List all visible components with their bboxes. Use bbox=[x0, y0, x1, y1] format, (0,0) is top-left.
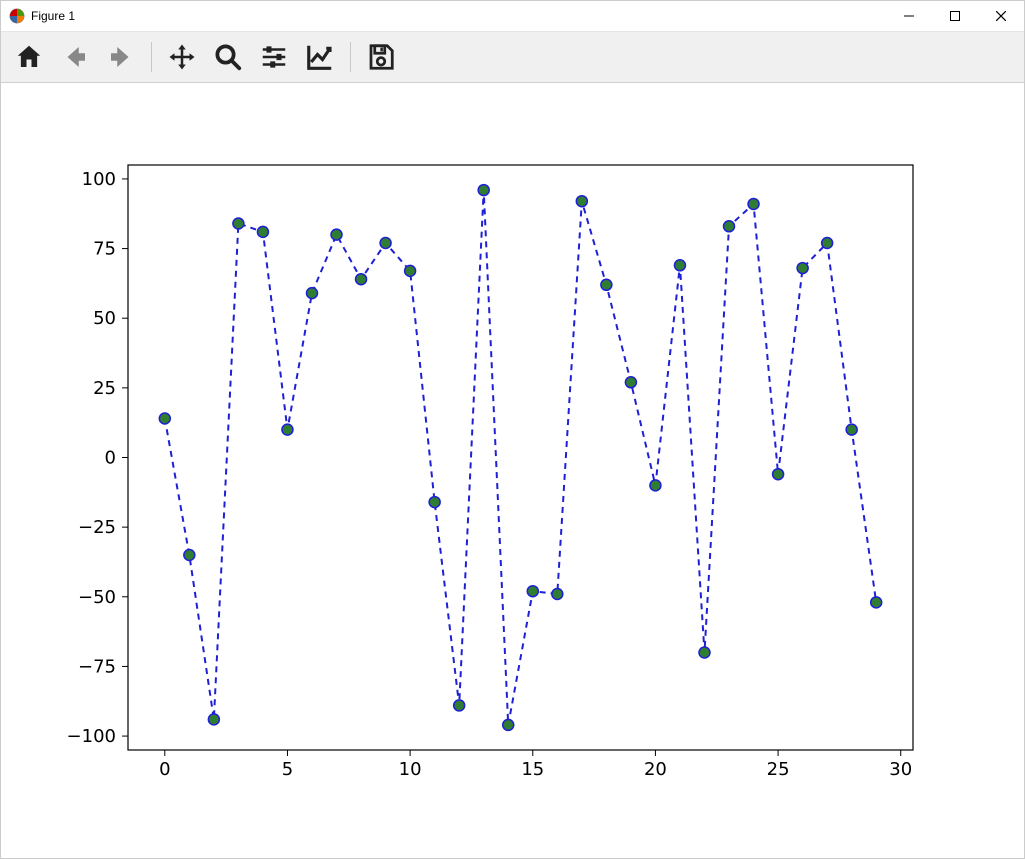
data-point bbox=[429, 497, 440, 508]
data-point bbox=[576, 196, 587, 207]
zoom-button[interactable] bbox=[208, 38, 248, 76]
y-tick-label: 25 bbox=[93, 378, 116, 399]
data-point bbox=[208, 714, 219, 725]
data-point bbox=[380, 238, 391, 249]
data-point bbox=[331, 229, 342, 240]
x-tick-label: 30 bbox=[889, 759, 912, 780]
y-tick-label: 75 bbox=[93, 239, 116, 260]
data-point bbox=[724, 221, 735, 232]
data-point bbox=[871, 597, 882, 608]
save-button[interactable] bbox=[361, 38, 401, 76]
sliders-icon bbox=[259, 42, 289, 72]
toolbar bbox=[1, 32, 1024, 83]
y-tick-label: 0 bbox=[105, 448, 116, 469]
data-point bbox=[306, 288, 317, 299]
data-point bbox=[356, 274, 367, 285]
arrow-left-icon bbox=[60, 42, 90, 72]
window-maximize-button[interactable] bbox=[932, 1, 978, 31]
data-point bbox=[625, 377, 636, 388]
pan-button[interactable] bbox=[162, 38, 202, 76]
data-point bbox=[478, 185, 489, 196]
toolbar-separator bbox=[350, 42, 351, 72]
titlebar: Figure 1 bbox=[1, 1, 1024, 32]
data-point bbox=[405, 265, 416, 276]
data-point bbox=[773, 469, 784, 480]
y-tick-label: 100 bbox=[82, 169, 116, 190]
y-tick-label: −75 bbox=[78, 656, 116, 677]
save-icon bbox=[366, 42, 396, 72]
x-tick-label: 20 bbox=[644, 759, 667, 780]
data-point bbox=[503, 719, 514, 730]
y-tick-label: −25 bbox=[78, 517, 116, 538]
data-point bbox=[601, 279, 612, 290]
plot: 0 5 10 15 20 25 30 −100 −75 −50 −25 0 25 50 75 100 bbox=[1, 83, 1024, 859]
pan-icon bbox=[167, 42, 197, 72]
data-point bbox=[674, 260, 685, 271]
close-icon bbox=[996, 11, 1006, 21]
y-tick-label: −50 bbox=[78, 587, 116, 608]
axes-chart-icon bbox=[305, 42, 335, 72]
app-window: Figure 1 bbox=[0, 0, 1025, 859]
data-point bbox=[233, 218, 244, 229]
y-tick-label: −100 bbox=[67, 726, 116, 747]
x-tick-label: 10 bbox=[399, 759, 422, 780]
x-tick-label: 0 bbox=[159, 759, 170, 780]
figure-canvas[interactable]: 0 5 10 15 20 25 30 −100 −75 −50 −25 0 25 50 75 100 bbox=[1, 83, 1024, 858]
data-point bbox=[159, 413, 170, 424]
arrow-right-icon bbox=[106, 42, 136, 72]
data-point bbox=[282, 424, 293, 435]
window-title: Figure 1 bbox=[31, 9, 75, 23]
data-point bbox=[748, 199, 759, 210]
app-icon bbox=[9, 8, 25, 24]
back-button[interactable] bbox=[55, 38, 95, 76]
forward-button[interactable] bbox=[101, 38, 141, 76]
maximize-icon bbox=[950, 11, 960, 21]
window-minimize-button[interactable] bbox=[886, 1, 932, 31]
x-tick-label: 5 bbox=[282, 759, 293, 780]
data-point bbox=[650, 480, 661, 491]
data-point bbox=[454, 700, 465, 711]
data-point bbox=[257, 226, 268, 237]
x-tick-label: 15 bbox=[521, 759, 544, 780]
data-point bbox=[552, 589, 563, 600]
toolbar-separator bbox=[151, 42, 152, 72]
configure-subplots-button[interactable] bbox=[254, 38, 294, 76]
data-point bbox=[822, 238, 833, 249]
home-icon bbox=[14, 42, 44, 72]
x-tick-label: 25 bbox=[767, 759, 790, 780]
data-point bbox=[846, 424, 857, 435]
data-point bbox=[527, 586, 538, 597]
zoom-icon bbox=[213, 42, 243, 72]
y-tick-label: 50 bbox=[93, 308, 116, 329]
edit-axes-button[interactable] bbox=[300, 38, 340, 76]
minimize-icon bbox=[904, 11, 914, 21]
window-close-button[interactable] bbox=[978, 1, 1024, 31]
data-point bbox=[699, 647, 710, 658]
data-point bbox=[797, 263, 808, 274]
home-button[interactable] bbox=[9, 38, 49, 76]
data-point bbox=[184, 550, 195, 561]
